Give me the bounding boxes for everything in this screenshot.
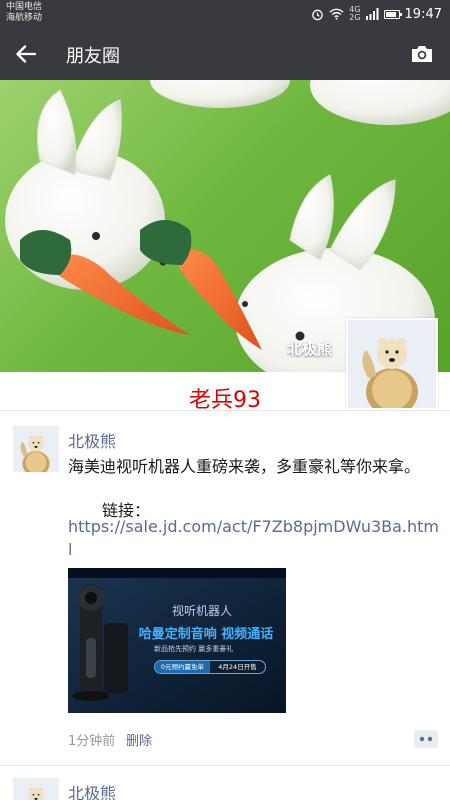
wifi-icon — [329, 8, 344, 20]
post-link[interactable]: https://sale.jd.com/act/F7Zb8pjmDWu3Ba.h… — [68, 515, 440, 561]
battery-icon — [383, 9, 402, 19]
post-image[interactable]: 视听机器人 哈曼定制音响 视频通话 新品抢先预约 赢多重豪礼 0元预约赢免单 4… — [68, 568, 286, 713]
ad-headline: 视听机器人 — [172, 604, 233, 618]
divider — [0, 765, 450, 766]
ad-cta-right: 4月24日开售 — [218, 663, 257, 671]
polar-bear-image — [13, 778, 59, 800]
post-time: 1分钟前 — [68, 734, 116, 749]
divider — [0, 410, 450, 411]
carrier-1: 中国电信 — [6, 2, 43, 12]
camera-icon — [412, 46, 432, 62]
ad-subline: 新品抢先预约 赢多重豪礼 — [154, 645, 234, 653]
ad-cta-left: 0元预约赢免单 — [155, 661, 210, 673]
status-icons: 4G 2G 19:47 — [311, 5, 442, 23]
status-bar: 中国电信 海航移动 4G 2G 19:47 — [0, 0, 450, 28]
network-type-2: 2G — [349, 13, 361, 22]
back-button[interactable] — [8, 36, 44, 72]
post-author[interactable]: 北极熊 — [68, 780, 116, 800]
back-arrow-icon — [16, 45, 36, 63]
signal-icon — [365, 8, 379, 20]
status-time: 19:47 — [404, 6, 442, 22]
delete-button[interactable]: 删除 — [126, 730, 152, 749]
carrier-2: 海航移动 — [6, 13, 43, 23]
comment-button[interactable] — [414, 730, 438, 748]
page-title: 朋友圈 — [66, 46, 120, 67]
polar-bear-image — [13, 426, 59, 472]
camera-button[interactable] — [404, 36, 440, 72]
post-text: 海美迪视听机器人重磅来袭，多重豪礼等你来拿。 — [68, 457, 421, 476]
nav-bar: 朋友圈 — [0, 28, 450, 80]
ad-slogan: 哈曼定制音响 视频通话 — [138, 627, 274, 642]
cover-user-name: 北极熊 — [286, 340, 332, 358]
post-avatar[interactable] — [13, 778, 59, 800]
alarm-icon — [312, 9, 324, 20]
ad-cta-bar: 0元预约赢免单 4月24日开售 — [154, 660, 266, 674]
post-author[interactable]: 北极熊 — [68, 428, 116, 452]
post-avatar[interactable] — [13, 426, 59, 472]
network-types: 4G 2G — [349, 6, 360, 22]
comment-icon — [414, 730, 438, 748]
carrier-info: 中国电信 海航移动 — [6, 2, 42, 24]
